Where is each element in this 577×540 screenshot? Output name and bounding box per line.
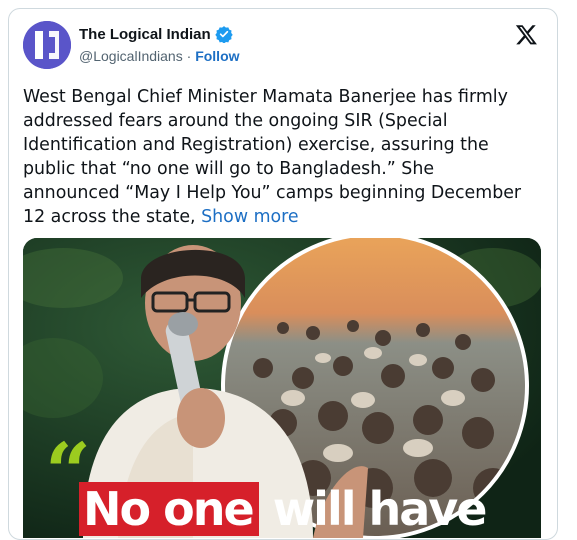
author-handle[interactable]: @LogicalIndians (79, 48, 183, 64)
separator-dot: · (186, 48, 192, 64)
x-logo-icon[interactable] (515, 23, 538, 46)
verified-badge-icon (214, 25, 233, 44)
tweet-body: West Bengal Chief Minister Mamata Banerj… (23, 85, 543, 229)
image-headline: No one will have (79, 482, 488, 536)
author-handle-row: @LogicalIndians · Follow (79, 48, 240, 64)
tweet-line: Identification and Registration) exercis… (23, 135, 489, 155)
author-display-name[interactable]: The Logical Indian (79, 26, 211, 43)
author-name-row: The Logical Indian (79, 25, 233, 44)
tweet-line: public that “no one will go to Banglades… (23, 159, 435, 179)
author-avatar[interactable] (23, 21, 71, 69)
headline-highlight: No one (79, 482, 259, 536)
follow-button[interactable]: Follow (195, 48, 239, 64)
tweet-media-image[interactable]: “ No one will have (23, 238, 541, 538)
tweet-line: addressed fears around the ongoing SIR (… (23, 111, 448, 131)
tweet-last-line-text: 12 across the state, (23, 207, 196, 227)
tweet-card[interactable]: The Logical Indian @LogicalIndians · Fol… (8, 8, 558, 540)
page-scroll-edge (561, 0, 577, 517)
tweet-line: 12 across the state, Show more (23, 205, 543, 229)
headline-rest: will have (272, 482, 488, 536)
show-more-link[interactable]: Show more (201, 207, 299, 227)
tweet-line: announced “May I Help You” camps beginni… (23, 183, 522, 203)
logical-indian-logo-icon (23, 21, 71, 69)
tweet-line: West Bengal Chief Minister Mamata Banerj… (23, 87, 508, 107)
